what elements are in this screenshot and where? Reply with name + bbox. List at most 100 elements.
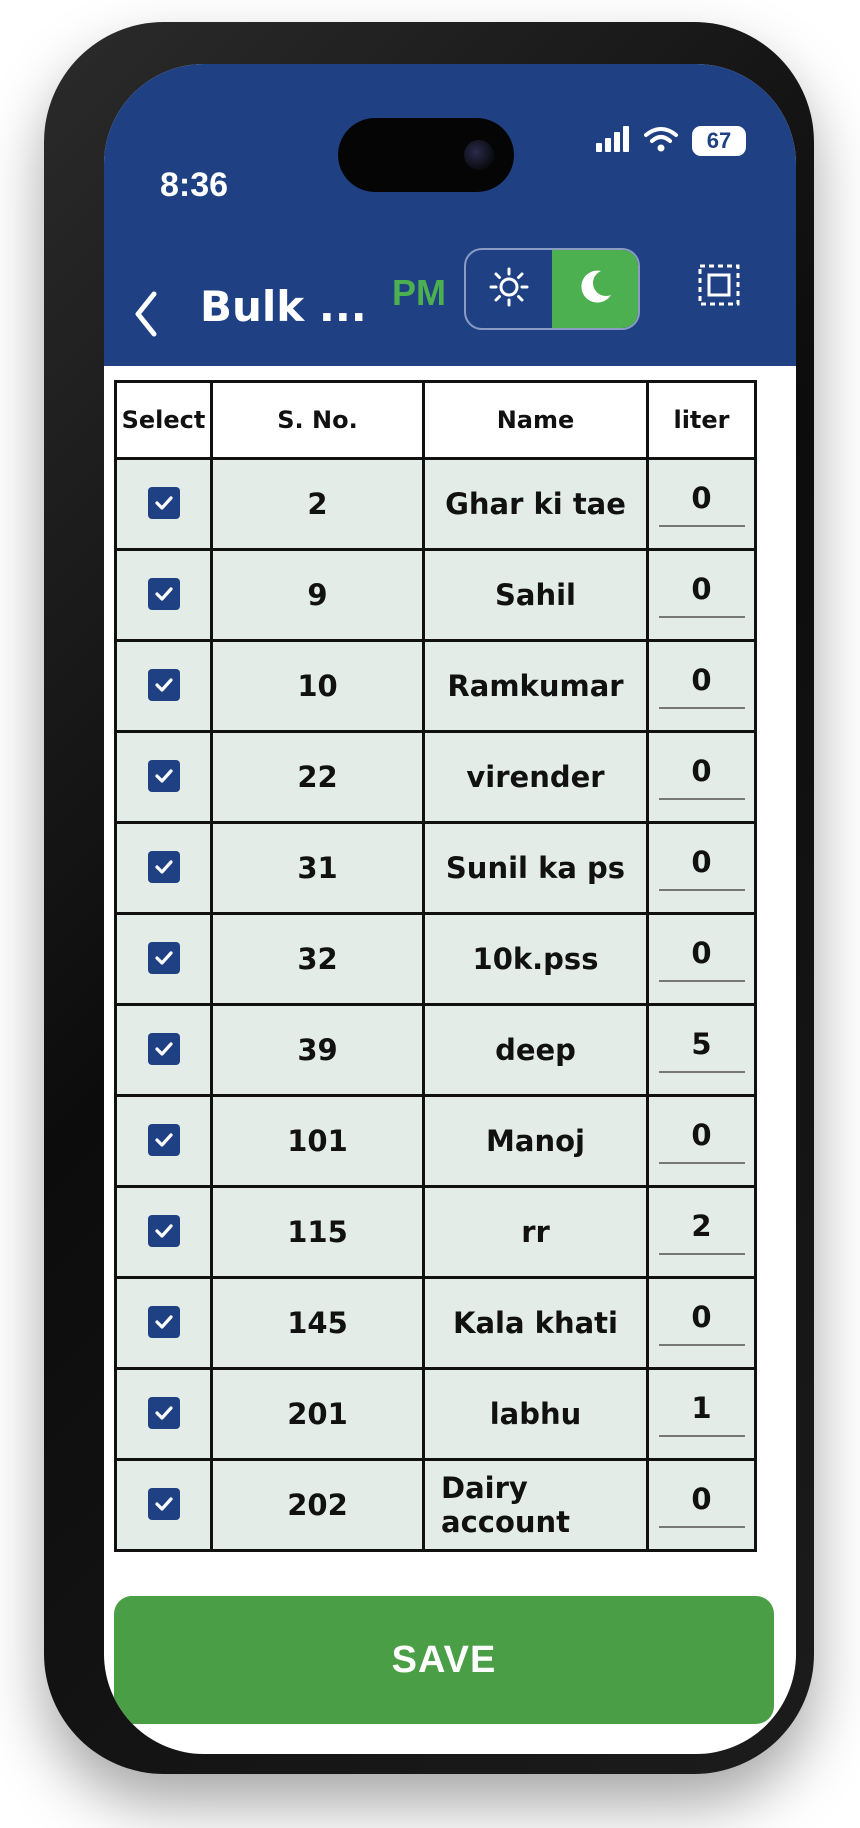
row-select-checkbox[interactable] (147, 1123, 180, 1156)
sno-cell: 145 (210, 1276, 425, 1370)
table-row: 101 Manoj 0 (114, 1094, 757, 1188)
row-select-checkbox[interactable] (147, 1214, 180, 1247)
liter-cell: 0 (646, 821, 757, 915)
sno-cell: 32 (210, 912, 425, 1006)
sno-cell: 202 (210, 1458, 425, 1552)
liter-input[interactable]: 0 (658, 936, 745, 982)
sno-cell: 22 (210, 730, 425, 824)
sno-cell: 9 (210, 548, 425, 642)
select-cell (114, 1458, 213, 1552)
row-select-checkbox[interactable] (147, 759, 180, 792)
liter-cell: 5 (646, 1003, 757, 1097)
sno-cell: 101 (210, 1094, 425, 1188)
select-cell (114, 912, 213, 1006)
row-select-checkbox[interactable] (147, 1487, 180, 1520)
column-header-name: Name (422, 380, 649, 460)
sno-cell: 31 (210, 821, 425, 915)
liter-cell: 0 (646, 1458, 757, 1552)
table-header-row: Select S. No. Name liter (114, 380, 757, 460)
session-label: PM (392, 272, 446, 313)
table-row: 10 Ramkumar 0 (114, 639, 757, 733)
app-header: 8:36 67 Bulk ... PM (104, 64, 796, 366)
column-header-sno: S. No. (210, 380, 425, 460)
name-cell: labhu (422, 1367, 649, 1461)
liter-input[interactable]: 2 (658, 1209, 745, 1255)
row-select-checkbox[interactable] (147, 1396, 180, 1429)
sun-icon (489, 267, 529, 311)
table-row: 145 Kala khati 0 (114, 1276, 757, 1370)
row-select-checkbox[interactable] (147, 1305, 180, 1338)
back-arrow-icon[interactable] (124, 284, 168, 344)
select-cell (114, 1185, 213, 1279)
row-select-checkbox[interactable] (147, 668, 180, 701)
bulk-entry-table: Select S. No. Name liter 2 Ghar ki tae 0 9 S… (114, 380, 757, 1552)
sno-cell: 39 (210, 1003, 425, 1097)
row-select-checkbox[interactable] (147, 486, 180, 519)
liter-cell: 0 (646, 730, 757, 824)
phone-frame: 8:36 67 Bulk ... PM Select S. No. Name l… (44, 22, 814, 1774)
liter-input[interactable]: 0 (658, 845, 745, 891)
name-cell: rr (422, 1185, 649, 1279)
page-title: Bulk ... (200, 282, 367, 331)
liter-input[interactable]: 0 (658, 1482, 745, 1528)
liter-input[interactable]: 0 (658, 1300, 745, 1346)
liter-input[interactable]: 0 (658, 481, 745, 527)
row-select-checkbox[interactable] (147, 850, 180, 883)
select-cell (114, 1367, 213, 1461)
liter-cell: 0 (646, 1276, 757, 1370)
name-cell: Dairy account (422, 1458, 649, 1552)
app-screen: 8:36 67 Bulk ... PM Select S. No. Name l… (104, 64, 796, 1754)
table-row: 22 virender 0 (114, 730, 757, 824)
name-cell: Ramkumar (422, 639, 649, 733)
name-cell: Sahil (422, 548, 649, 642)
table-row: 32 10k.pss 0 (114, 912, 757, 1006)
select-cell (114, 1094, 213, 1188)
name-cell: Ghar ki tae (422, 457, 649, 551)
sno-cell: 115 (210, 1185, 425, 1279)
row-select-checkbox[interactable] (147, 577, 180, 610)
liter-cell: 0 (646, 1094, 757, 1188)
column-header-select: Select (114, 380, 213, 460)
liter-cell: 2 (646, 1185, 757, 1279)
select-cell (114, 457, 213, 551)
name-cell: Manoj (422, 1094, 649, 1188)
table-container[interactable]: Select S. No. Name liter 2 Ghar ki tae 0 9 S… (114, 366, 786, 1616)
table-row: 9 Sahil 0 (114, 548, 757, 642)
liter-cell: 0 (646, 457, 757, 551)
select-cell (114, 639, 213, 733)
table-row: 201 labhu 1 (114, 1367, 757, 1461)
select-cell (114, 1003, 213, 1097)
liter-cell: 0 (646, 912, 757, 1006)
liter-input[interactable]: 1 (658, 1391, 745, 1437)
table-row: 202 Dairy account 0 (114, 1458, 757, 1552)
select-cell (114, 548, 213, 642)
fullscreen-icon[interactable] (692, 258, 746, 312)
dynamic-island (338, 118, 514, 192)
light-mode-option[interactable] (466, 250, 552, 328)
status-icons: 67 (596, 126, 746, 156)
liter-input[interactable]: 0 (658, 572, 745, 618)
liter-cell: 0 (646, 548, 757, 642)
save-button[interactable]: SAVE (114, 1596, 774, 1724)
dark-mode-option[interactable] (552, 250, 638, 328)
sno-cell: 2 (210, 457, 425, 551)
column-header-liter: liter (646, 380, 757, 460)
liter-input[interactable]: 0 (658, 663, 745, 709)
signal-icon (596, 126, 630, 156)
liter-input[interactable]: 0 (658, 1118, 745, 1164)
table-row: 2 Ghar ki tae 0 (114, 457, 757, 551)
status-time: 8:36 (160, 166, 229, 204)
theme-toggle[interactable] (464, 248, 640, 330)
select-cell (114, 1276, 213, 1370)
row-select-checkbox[interactable] (147, 941, 180, 974)
select-cell (114, 730, 213, 824)
liter-cell: 1 (646, 1367, 757, 1461)
wifi-icon (644, 126, 678, 156)
select-cell (114, 821, 213, 915)
liter-input[interactable]: 0 (658, 754, 745, 800)
row-select-checkbox[interactable] (147, 1032, 180, 1065)
moon-icon (575, 267, 615, 311)
liter-input[interactable]: 5 (658, 1027, 745, 1073)
name-cell: deep (422, 1003, 649, 1097)
name-cell: Kala khati (422, 1276, 649, 1370)
